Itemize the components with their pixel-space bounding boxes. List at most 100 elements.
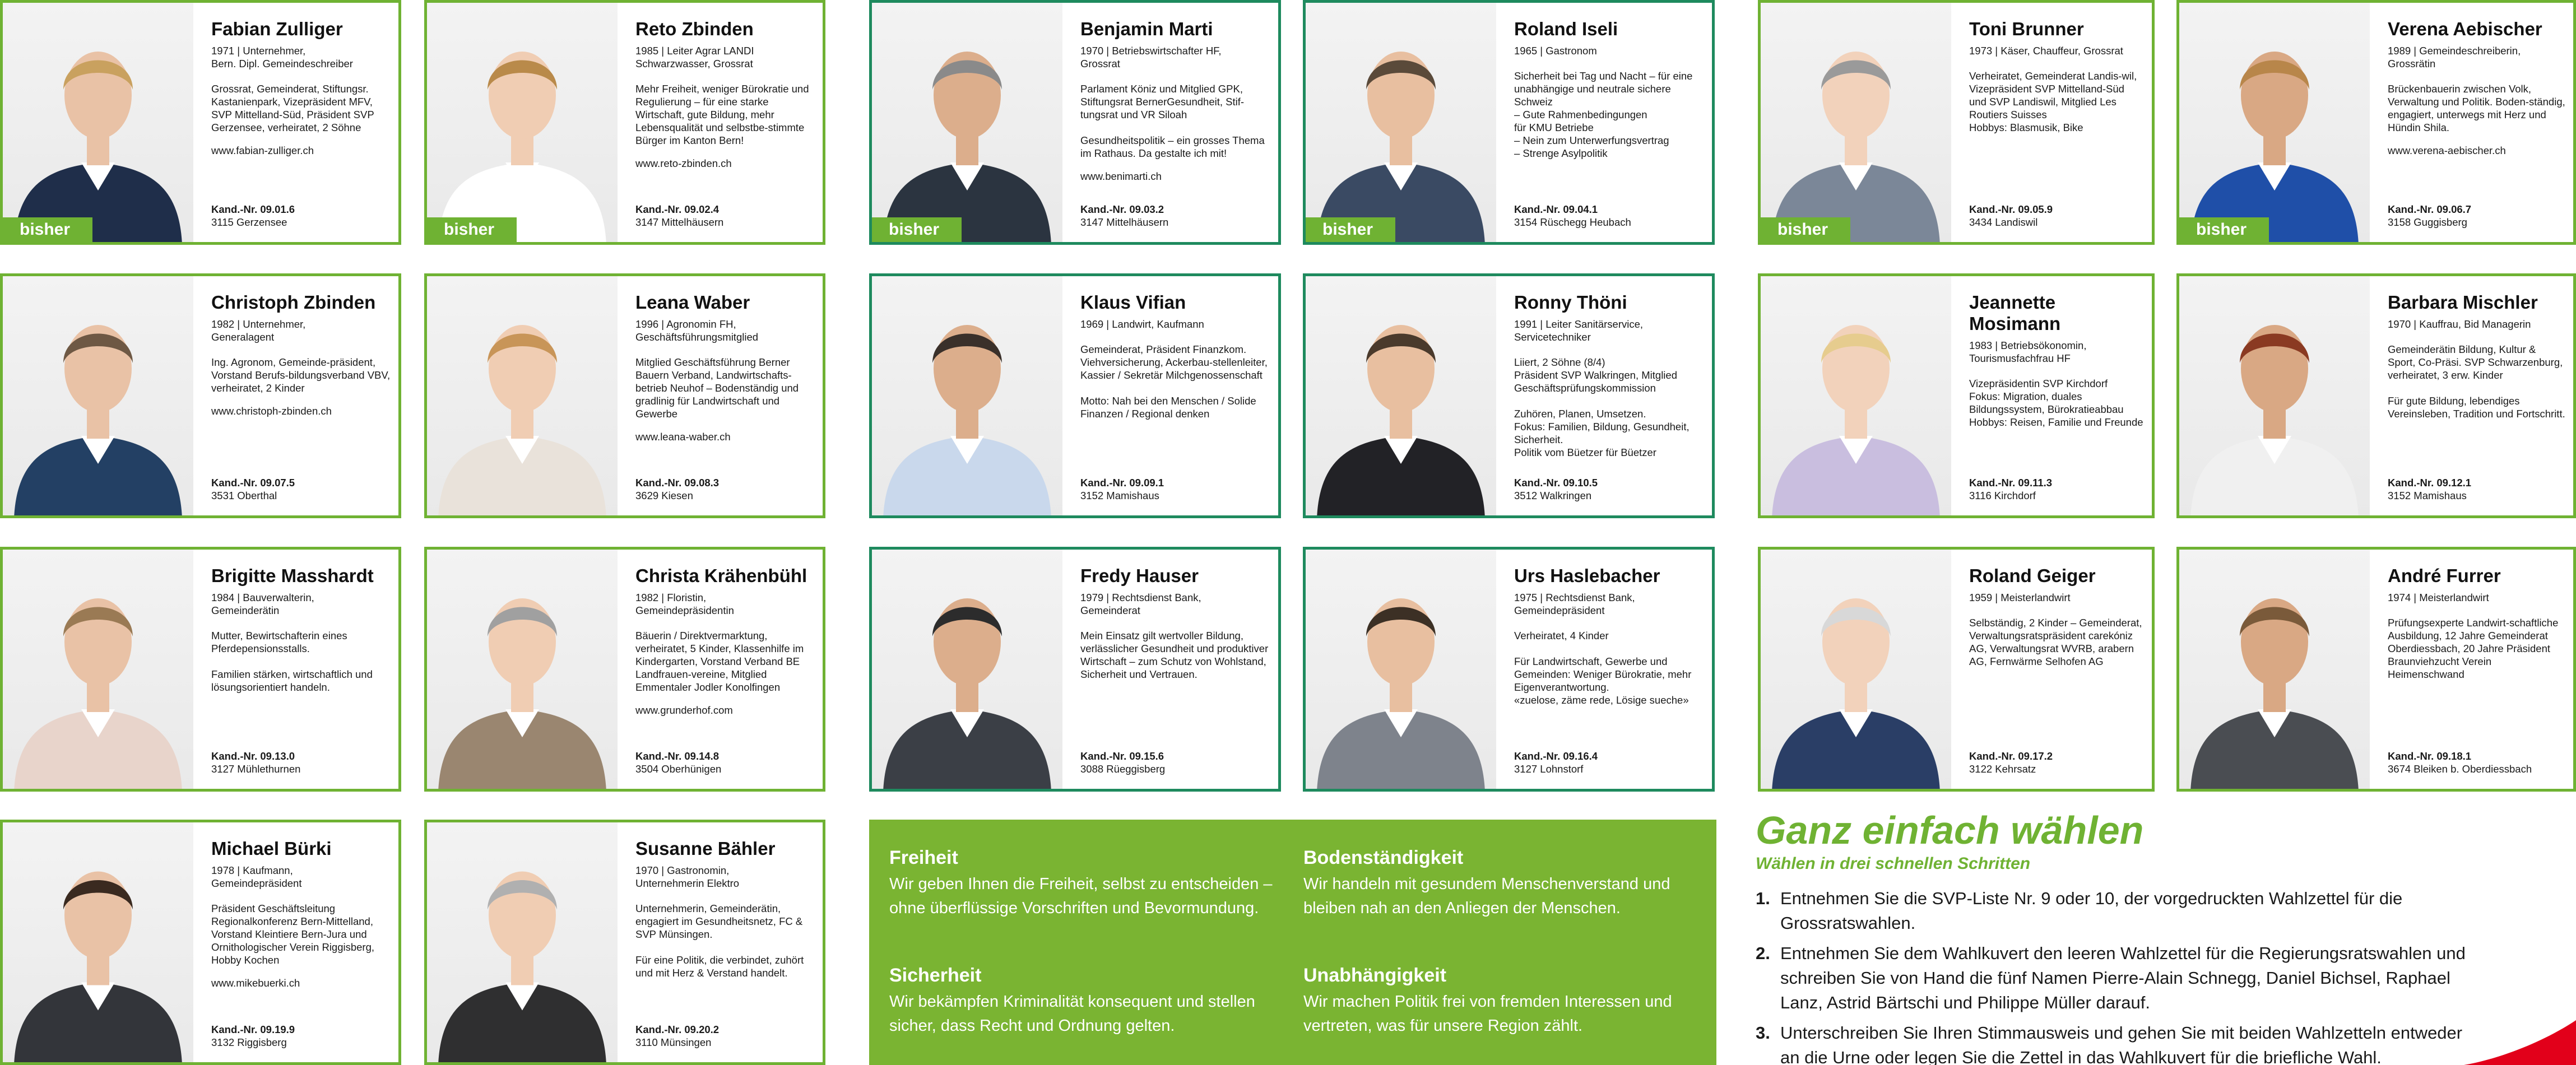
candidate-photo [1761, 276, 1951, 515]
candidate-place: 3110 Münsingen [635, 1036, 712, 1048]
candidate-info: Toni Brunner 1973 | Käser, Chauffeur, Gro… [1969, 18, 2144, 234]
candidate-number-value: 09.07.5 [260, 477, 295, 489]
candidate-info: Roland Iseli 1965 | Gastronom Sicherheit b… [1514, 18, 1704, 234]
candidate-profession: 1973 | Käser, Chauffeur, Grossrat [1969, 45, 2123, 57]
values-panel: Freiheit Wir geben Ihnen die Freiheit, s… [869, 820, 1716, 1065]
candidate-number-label: Kand.-Nr. [211, 477, 258, 489]
step-text: Entnehmen Sie die SVP-Liste Nr. 9 oder 1… [1780, 889, 2403, 933]
candidate-number-label: Kand.-Nr. [1969, 750, 2016, 762]
candidate-description: Gemeinderätin Bildung, Kultur & Sport, C… [2388, 343, 2565, 420]
candidate-photo [3, 276, 193, 515]
candidate-card: Susanne Bähler 1970 | Gastronomin, Untern… [424, 820, 825, 1065]
candidate-number-block: Kand.-Nr. 09.07.5 3531 Oberthal [211, 476, 295, 502]
candidate-name: Fabian Zulliger [211, 18, 343, 39]
candidate-place: 3152 Mamishaus [2388, 490, 2467, 501]
candidate-website: www.reto-zbinden.ch [635, 157, 732, 169]
candidate-info: Christoph Zbinden 1982 | Unternehmer, Gen… [211, 292, 391, 508]
candidate-card: bisher Verena Aebischer 1989 | Gemeindesch… [2176, 0, 2576, 245]
candidate-description: Mutter, Bewirtschafterin eines Pferdepen… [211, 630, 373, 693]
step-2: 2. Entnehmen Sie dem Wahlkuvert den leer… [1756, 941, 2473, 1015]
candidate-info: Brigitte Masshardt 1984 | Bauverwalterin,… [211, 565, 391, 781]
candidate-name: Toni Brunner [1969, 18, 2084, 39]
candidate-info: Roland Geiger 1959 | Meisterlandwirt Selbs… [1969, 565, 2144, 781]
candidate-photo [2179, 550, 2370, 789]
candidate-number-value: 09.05.9 [2018, 203, 2053, 215]
candidate-name: Christa Krähenbühl [635, 565, 807, 586]
candidate-photo: bisher [2179, 3, 2370, 242]
candidate-description: Liiert, 2 Söhne (8/4) Präsident SVP Walk… [1514, 356, 1690, 458]
candidate-card: Christoph Zbinden 1982 | Unternehmer, Gen… [0, 273, 401, 518]
candidate-number: Kand.-Nr. 09.09.1 [1080, 477, 1164, 489]
candidate-number: Kand.-Nr. 09.05.9 [1969, 203, 2053, 215]
candidate-name: Verena Aebischer [2388, 18, 2542, 39]
candidate-card: Leana Waber 1996 | Agronomin FH, Geschäft… [424, 273, 825, 518]
candidate-name: Benjamin Marti [1080, 18, 1213, 39]
candidate-profession: 1971 | Unternehmer, Bern. Dipl. Gemeinde… [211, 45, 353, 69]
candidate-profession: 1975 | Rechtsdienst Bank, Gemeindepräsid… [1514, 592, 1635, 616]
candidate-profession: 1985 | Leiter Agrar LANDI Schwarzwasser,… [635, 45, 754, 69]
candidate-place: 3147 Mittelhäusern [635, 216, 724, 228]
candidate-number: Kand.-Nr. 09.19.9 [211, 1024, 295, 1035]
candidate-description: Präsident Geschäftsleitung Regionalkonfe… [211, 903, 375, 966]
candidate-number-value: 09.17.2 [2018, 750, 2053, 762]
candidate-number: Kand.-Nr. 09.11.3 [1969, 477, 2052, 489]
candidate-number-label: Kand.-Nr. [635, 1024, 682, 1035]
candidate-description: Ing. Agronom, Gemeinde-präsident, Vorsta… [211, 356, 391, 394]
candidate-photo [3, 550, 193, 789]
candidate-number-block: Kand.-Nr. 09.20.2 3110 Münsingen [635, 1023, 719, 1049]
candidate-info: Fabian Zulliger 1971 | Unternehmer, Bern.… [211, 18, 391, 234]
candidate-website: www.benimarti.ch [1080, 170, 1162, 182]
candidate-place: 3434 Landiswil [1969, 216, 2038, 228]
candidate-place: 3158 Guggisberg [2388, 216, 2467, 228]
candidate-number: Kand.-Nr. 09.14.8 [635, 750, 719, 762]
candidate-number-block: Kand.-Nr. 09.10.5 3512 Walkringen [1514, 476, 1598, 502]
candidate-profession: 1983 | Betriebsökonomin, Tourismusfachfr… [1969, 340, 2087, 364]
candidate-description: Mein Einsatz gilt wertvoller Bildung, ve… [1080, 630, 1269, 680]
candidate-website: www.grunderhof.com [635, 704, 733, 716]
step-text: Entnehmen Sie dem Wahlkuvert den leeren … [1780, 943, 2466, 1012]
candidate-name: Fredy Hauser [1080, 565, 1199, 586]
candidate-name: Roland Geiger [1969, 565, 2096, 586]
candidate-info: Ronny Thöni 1991 | Leiter Sanitärservice,… [1514, 292, 1704, 508]
candidate-number-block: Kand.-Nr. 09.11.3 3116 Kirchdorf [1969, 476, 2052, 502]
candidate-website: www.christoph-zbinden.ch [211, 405, 332, 417]
candidate-number: Kand.-Nr. 09.16.4 [1514, 750, 1598, 762]
candidate-number: Kand.-Nr. 09.17.2 [1969, 750, 2053, 762]
candidate-card: Roland Geiger 1959 | Meisterlandwirt Selbs… [1758, 547, 2155, 792]
candidate-profession: 1974 | Meisterlandwirt [2388, 592, 2489, 603]
voting-instructions: Ganz einfach wählen Wählen in drei schne… [1756, 807, 2576, 1065]
candidate-number-value: 09.18.1 [2436, 750, 2472, 762]
candidate-photo [427, 822, 618, 1062]
candidate-number-value: 09.06.7 [2436, 203, 2472, 215]
candidate-description: Sicherheit bei Tag und Nacht – für eine … [1514, 70, 1693, 159]
candidate-photo [2179, 276, 2370, 515]
candidate-info: Verena Aebischer 1989 | Gemeindeschreiber… [2388, 18, 2565, 234]
value-title: Bodenständigkeit [1303, 847, 1464, 868]
candidate-website: www.leana-waber.ch [635, 431, 731, 443]
candidate-info: Michael Bürki 1978 | Kaufmann, Gemeindepr… [211, 838, 391, 1054]
candidate-number: Kand.-Nr. 09.03.2 [1080, 203, 1164, 215]
candidate-name: Roland Iseli [1514, 18, 1618, 39]
incumbent-badge: bisher [2179, 217, 2269, 242]
candidate-name: Jeannette Mosimann [1969, 292, 2061, 334]
value-bodenstaendigkeit: Bodenständigkeit Wir handeln mit gesunde… [1303, 847, 1696, 920]
candidate-photo [427, 276, 618, 515]
candidate-name: Urs Haslebacher [1514, 565, 1660, 586]
candidate-place: 3122 Kehrsatz [1969, 763, 2036, 775]
candidate-number: Kand.-Nr. 09.06.7 [2388, 203, 2471, 215]
candidate-number-label: Kand.-Nr. [2388, 203, 2434, 215]
value-freiheit: Freiheit Wir geben Ihnen die Freiheit, s… [889, 847, 1282, 920]
candidate-number-label: Kand.-Nr. [1514, 203, 1561, 215]
step-number: 3. [1756, 1023, 1770, 1043]
incumbent-badge: bisher [3, 217, 92, 242]
candidate-card: Fredy Hauser 1979 | Rechtsdienst Bank, Ge… [869, 547, 1281, 792]
candidate-number-value: 09.08.3 [684, 477, 720, 489]
candidate-number-value: 09.09.1 [1129, 477, 1164, 489]
candidate-number: Kand.-Nr. 09.04.1 [1514, 203, 1598, 215]
candidate-profession: 1982 | Floristin, Gemeindepräsidentin [635, 592, 734, 616]
candidate-card: André Furrer 1974 | Meisterlandwirt Prüfun… [2176, 547, 2576, 792]
candidate-number-block: Kand.-Nr. 09.14.8 3504 Oberhünigen [635, 750, 721, 775]
candidate-info: Klaus Vifian 1969 | Landwirt, Kaufmann Gem… [1080, 292, 1270, 508]
candidate-name: Barbara Mischler [2388, 292, 2538, 313]
candidate-number-label: Kand.-Nr. [1969, 477, 2016, 489]
